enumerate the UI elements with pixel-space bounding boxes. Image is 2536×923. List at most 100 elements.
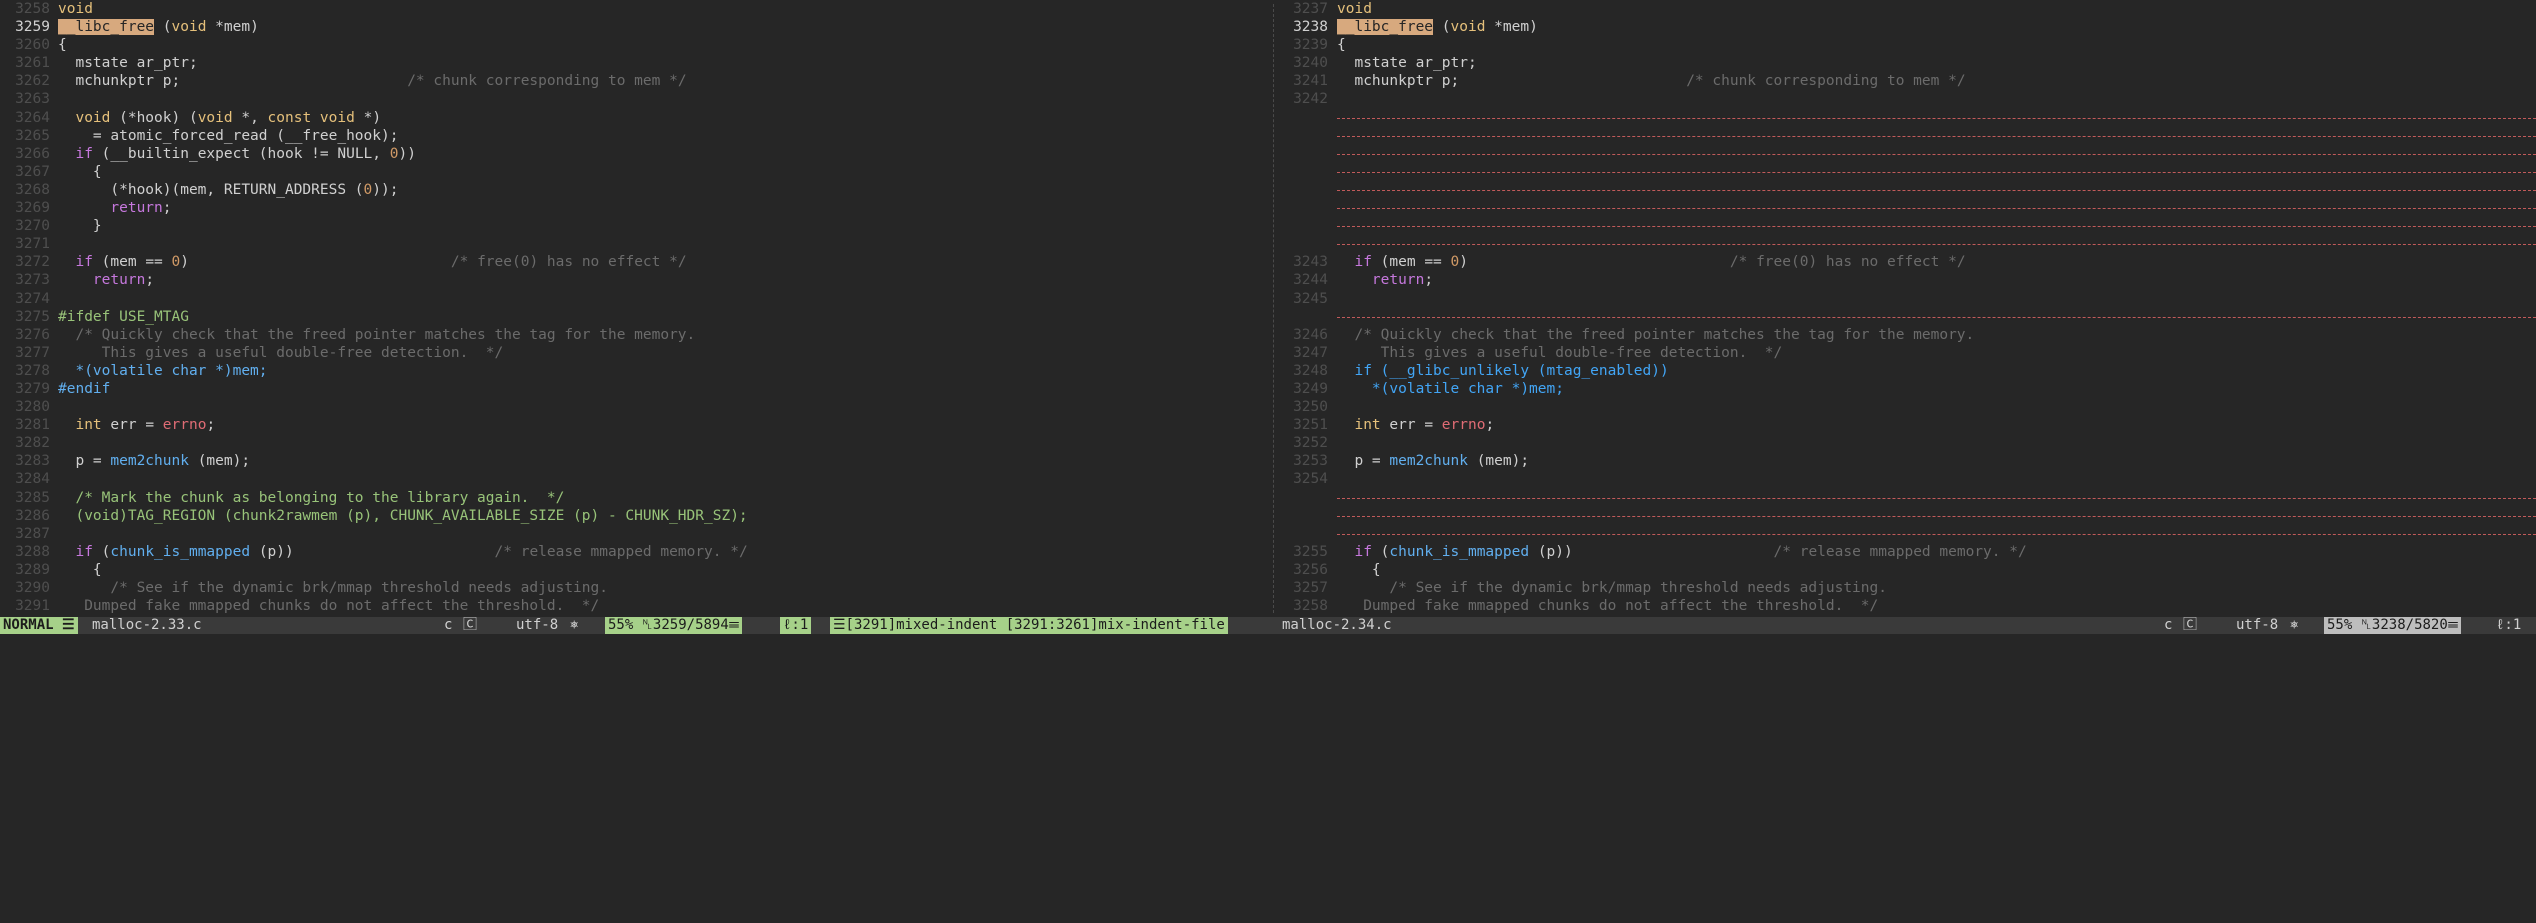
code-line[interactable]: 3259 __libc_free (void *mem)	[0, 18, 1269, 36]
code-text: /* See if the dynamic brk/mmap threshold…	[1337, 579, 2536, 597]
code-line[interactable]: 3269 return;	[0, 199, 1269, 217]
code-line[interactable]: 3290 /* See if the dynamic brk/mmap thre…	[0, 579, 1269, 597]
code-text: *(volatile char *)mem;	[1337, 380, 2536, 398]
code-line[interactable]: 3288 if (chunk_is_mmapped (p)) /* releas…	[0, 543, 1269, 561]
code-token: ;	[206, 417, 216, 434]
code-line[interactable]: 3250	[1279, 398, 2536, 416]
code-line[interactable]: 3243 if (mem == 0) /* free(0) has no eff…	[1279, 253, 2536, 271]
right-filetype: c	[2164, 617, 2173, 633]
left-filename[interactable]: malloc-2.33.c	[92, 617, 202, 634]
code-line[interactable]: 3263	[0, 90, 1269, 108]
code-token: /* Mark the chunk as belonging to the li…	[58, 489, 565, 506]
code-line[interactable]: 3289 {	[0, 561, 1269, 579]
code-line[interactable]: 3260 {	[0, 36, 1269, 54]
code-line[interactable]: 3264 void (*hook) (void *, const void *)	[0, 109, 1269, 127]
code-text	[1337, 189, 2536, 192]
code-line[interactable]: 3252	[1279, 434, 2536, 452]
code-line[interactable]: 3261 mstate ar_ptr;	[0, 54, 1269, 72]
code-line[interactable]: 3272 if (mem == 0) /* free(0) has no eff…	[0, 253, 1269, 271]
code-line[interactable]: 3265 = atomic_forced_read (__free_hook);	[0, 127, 1269, 145]
code-line[interactable]: 3258 void	[0, 0, 1269, 18]
diff-filler-line[interactable]	[1279, 109, 2536, 127]
line-number: 3261	[15, 55, 50, 72]
code-line[interactable]: 3262 mchunkptr p; /* chunk corresponding…	[0, 72, 1269, 90]
code-text: p = mem2chunk (mem);	[1337, 452, 2536, 470]
line-number: 3282	[15, 435, 50, 452]
code-line[interactable]: 3254	[1279, 470, 2536, 488]
right-editor-pane[interactable]: 3237 void 3238 __libc_free (void *mem) 3239{…	[1279, 0, 2536, 617]
code-line[interactable]: 3282	[0, 434, 1269, 452]
code-token: 0	[363, 181, 373, 198]
code-line[interactable]: 3279 #endif	[0, 380, 1269, 398]
code-line[interactable]: 3255 if (chunk_is_mmapped (p)) /* releas…	[1279, 543, 2536, 561]
command-line[interactable]	[0, 634, 2536, 645]
code-line[interactable]: 3283 p = mem2chunk (mem);	[0, 452, 1269, 470]
diff-filler-line[interactable]	[1279, 217, 2536, 235]
diff-filler-line[interactable]	[1279, 525, 2536, 543]
code-line[interactable]: 3239 {	[1279, 36, 2536, 54]
diff-filler-line[interactable]	[1279, 127, 2536, 145]
code-line[interactable]: 3253 p = mem2chunk (mem);	[1279, 452, 2536, 470]
diff-filler-line[interactable]	[1279, 145, 2536, 163]
line-number: 3255	[1293, 543, 1328, 560]
code-line[interactable]: 3275 #ifdef USE_MTAG	[0, 308, 1269, 326]
code-line[interactable]: 3277 This gives a useful double-free det…	[0, 344, 1269, 362]
code-line[interactable]: 3270 }	[0, 217, 1269, 235]
code-line[interactable]: 3266 if (__builtin_expect (hook != NULL,…	[0, 145, 1269, 163]
diff-filler-line[interactable]	[1279, 199, 2536, 217]
code-token: ;	[1485, 417, 1495, 434]
code-text: /* Quickly check that the freed pointer …	[58, 326, 1269, 344]
diff-filler-line[interactable]	[1279, 489, 2536, 507]
diff-filler-line[interactable]	[1279, 507, 2536, 525]
code-line[interactable]: 3287	[0, 525, 1269, 543]
code-text: {	[58, 36, 1269, 54]
code-line[interactable]: 3286 (void)TAG_REGION (chunk2rawmem (p),…	[0, 507, 1269, 525]
code-token: (*hook)(mem, RETURN_ADDRESS (	[58, 181, 364, 198]
code-line[interactable]: 3285 /* Mark the chunk as belonging to t…	[0, 489, 1269, 507]
code-line[interactable]: 3247 This gives a useful double-free det…	[1279, 344, 2536, 362]
code-line[interactable]: 3248 if (__glibc_unlikely (mtag_enabled)…	[1279, 362, 2536, 380]
code-line[interactable]: 3238 __libc_free (void *mem)	[1279, 18, 2536, 36]
code-line[interactable]: 3257 /* See if the dynamic brk/mmap thre…	[1279, 579, 2536, 597]
code-token: *,	[232, 109, 268, 126]
code-line[interactable]: 3267 {	[0, 163, 1269, 181]
code-line[interactable]: 3291 Dumped fake mmapped chunks do not a…	[0, 597, 1269, 615]
code-line[interactable]: 3284	[0, 470, 1269, 488]
code-text	[1337, 244, 2536, 246]
code-line[interactable]: 3242	[1279, 90, 2536, 108]
diff-filler-line[interactable]	[1279, 181, 2536, 199]
line-number: 3271	[15, 236, 50, 253]
code-text: return;	[1337, 271, 2536, 289]
code-line[interactable]: 3280	[0, 398, 1269, 416]
left-editor-pane[interactable]: 3258 void 3259 __libc_free (void *mem) 3260{…	[0, 0, 1269, 617]
code-line[interactable]: 3273 return;	[0, 271, 1269, 289]
diff-filler-line[interactable]	[1279, 308, 2536, 326]
code-line[interactable]: 3276 /* Quickly check that the freed poi…	[0, 326, 1269, 344]
code-text: int err = errno;	[1337, 416, 2536, 434]
code-token: if	[75, 543, 93, 560]
code-line[interactable]: 3241 mchunkptr p; /* chunk corresponding…	[1279, 72, 2536, 90]
code-token: mstate ar_ptr;	[58, 55, 198, 72]
code-line[interactable]: 3258 Dumped fake mmapped chunks do not a…	[1279, 597, 2536, 615]
diff-filler-line[interactable]	[1279, 163, 2536, 181]
code-line[interactable]: 3244 return;	[1279, 271, 2536, 289]
diff-filler-line[interactable]	[1279, 235, 2536, 253]
code-line[interactable]: 3246 /* Quickly check that the freed poi…	[1279, 326, 2536, 344]
code-line[interactable]: 3278 *(volatile char *)mem;	[0, 362, 1269, 380]
code-line[interactable]: 3245	[1279, 290, 2536, 308]
code-line[interactable]: 3281 int err = errno;	[0, 416, 1269, 434]
code-text: = atomic_forced_read (__free_hook);	[58, 127, 1269, 145]
code-line[interactable]: 3251 int err = errno;	[1279, 416, 2536, 434]
code-line[interactable]: 3268 (*hook)(mem, RETURN_ADDRESS (0));	[0, 181, 1269, 199]
line-number: 3257	[1293, 580, 1328, 596]
code-line[interactable]: 3237 void	[1279, 0, 2536, 18]
code-line[interactable]: 3274	[0, 290, 1269, 308]
code-line[interactable]: 3249 *(volatile char *)mem;	[1279, 380, 2536, 398]
vertical-split-divider[interactable]	[1269, 0, 1279, 617]
code-line[interactable]: 3256 {	[1279, 561, 2536, 579]
code-line[interactable]: 3271	[0, 235, 1269, 253]
right-filename[interactable]: malloc-2.34.c	[1282, 617, 1392, 634]
code-line[interactable]: 3240 mstate ar_ptr;	[1279, 54, 2536, 72]
